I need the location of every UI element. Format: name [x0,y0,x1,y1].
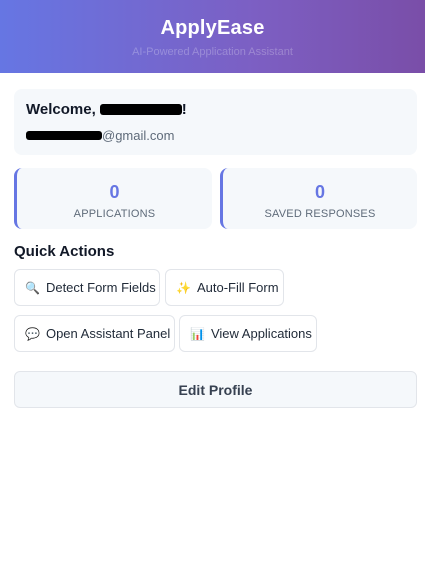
redacted-name [99,104,182,115]
edit-profile-button[interactable]: Edit Profile [14,371,417,408]
app-title: ApplyEase [160,17,265,39]
stat-label-saved-responses: SAVED RESPONSES [264,208,376,220]
speech-bubble-icon: 💬 [25,326,40,341]
welcome-card: Welcome, ! @gmail.com [14,89,417,155]
user-email: @gmail.com [26,128,405,143]
welcome-prefix: Welcome, [26,101,96,118]
stat-card-applications: 0 APPLICATIONS [14,168,212,229]
detect-form-fields-label: Detect Form Fields [45,280,156,295]
welcome-greeting: Welcome, ! [26,101,405,118]
view-applications-label: View Applications [210,326,312,341]
open-assistant-panel-button[interactable]: 💬 Open Assistant Panel [14,315,175,352]
quick-actions-title: Quick Actions [14,243,115,260]
stat-value-saved-responses: 0 [314,182,325,202]
magnifier-icon: 🔍 [25,280,40,295]
open-assistant-panel-label: Open Assistant Panel [45,326,171,341]
view-applications-button[interactable]: 📊 View Applications [179,315,317,352]
stat-value-applications: 0 [109,182,120,202]
bar-chart-icon: 📊 [190,326,205,341]
redacted-email-user [26,131,102,140]
auto-fill-form-button[interactable]: ✨ Auto-Fill Form [165,269,284,306]
email-domain: @gmail.com [102,128,175,143]
stat-card-saved-responses: 0 SAVED RESPONSES [220,168,417,229]
sparkles-icon: ✨ [176,280,191,295]
welcome-suffix: ! [181,101,187,118]
stat-label-applications: APPLICATIONS [73,208,156,220]
app-header: ApplyEase AI-Powered Application Assista… [0,0,425,73]
app-subtitle: AI-Powered Application Assistant [132,46,293,58]
detect-form-fields-button[interactable]: 🔍 Detect Form Fields [14,269,160,306]
auto-fill-form-label: Auto-Fill Form [196,280,279,295]
